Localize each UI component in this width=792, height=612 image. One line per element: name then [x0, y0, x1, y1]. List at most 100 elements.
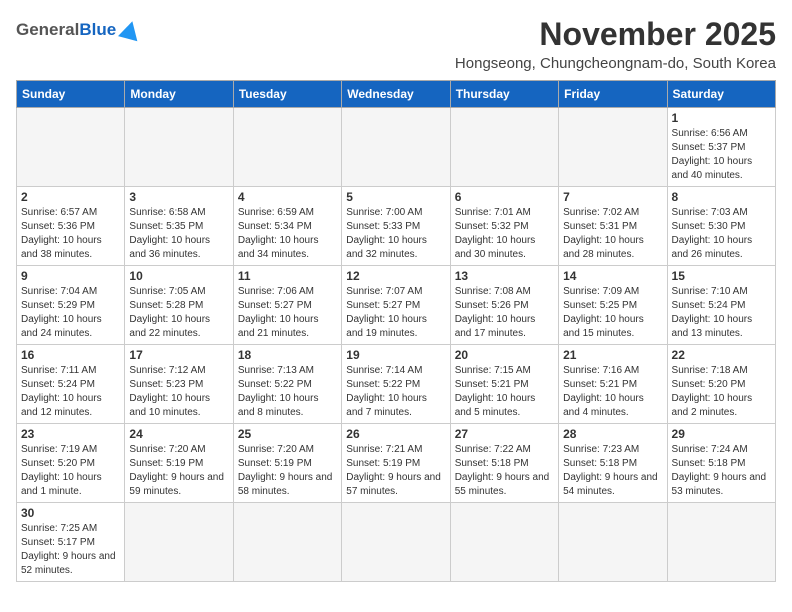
logo-general-text: General: [16, 20, 79, 40]
calendar-week-row: 9 Sunrise: 7:04 AM Sunset: 5:29 PM Daylig…: [17, 266, 776, 345]
day-number: 25: [238, 427, 337, 441]
day-info: Sunrise: 7:15 AM Sunset: 5:21 PM Dayligh…: [455, 364, 554, 420]
calendar-cell: [450, 503, 558, 582]
calendar-week-row: 1 Sunrise: 6:56 AM Sunset: 5:37 PM Daylig…: [17, 108, 776, 187]
calendar-cell: [667, 503, 775, 582]
day-number: 19: [346, 348, 445, 362]
calendar-cell: [342, 503, 450, 582]
calendar-cell: 16Sunrise: 7:11 AM Sunset: 5:24 PM Dayli…: [17, 345, 125, 424]
calendar-cell: 3 Sunrise: 6:58 AM Sunset: 5:35 PM Daylig…: [125, 187, 233, 266]
calendar-header-saturday: Saturday: [667, 81, 775, 108]
day-info: Sunrise: 7:13 AM Sunset: 5:22 PM Dayligh…: [238, 364, 337, 420]
calendar-cell: 25 Sunrise: 7:20 AM Sunset: 5:19 PM Dayli…: [233, 424, 341, 503]
day-info: Sunrise: 7:25 AM Sunset: 5:17 PM Dayligh…: [21, 522, 120, 578]
day-number: 28: [563, 427, 662, 441]
calendar-header-friday: Friday: [559, 81, 667, 108]
calendar-week-row: 23Sunrise: 7:19 AM Sunset: 5:20 PM Dayli…: [17, 424, 776, 503]
logo-triangle-icon: [118, 19, 142, 42]
calendar-cell: 6 Sunrise: 7:01 AM Sunset: 5:32 PM Daylig…: [450, 187, 558, 266]
day-number: 29: [672, 427, 771, 441]
calendar-cell: 8 Sunrise: 7:03 AM Sunset: 5:30 PM Daylig…: [667, 187, 775, 266]
day-info: Sunrise: 7:06 AM Sunset: 5:27 PM Dayligh…: [238, 285, 337, 341]
day-info: Sunrise: 7:00 AM Sunset: 5:33 PM Dayligh…: [346, 206, 445, 262]
calendar-cell: [233, 108, 341, 187]
day-info: Sunrise: 7:08 AM Sunset: 5:26 PM Dayligh…: [455, 285, 554, 341]
day-number: 9: [21, 269, 120, 283]
calendar-cell: 12Sunrise: 7:07 AM Sunset: 5:27 PM Dayli…: [342, 266, 450, 345]
calendar-cell: 11 Sunrise: 7:06 AM Sunset: 5:27 PM Dayli…: [233, 266, 341, 345]
day-info: Sunrise: 7:03 AM Sunset: 5:30 PM Dayligh…: [672, 206, 771, 262]
day-number: 13: [455, 269, 554, 283]
calendar-cell: 27 Sunrise: 7:22 AM Sunset: 5:18 PM Dayli…: [450, 424, 558, 503]
day-info: Sunrise: 7:20 AM Sunset: 5:19 PM Dayligh…: [238, 443, 337, 499]
calendar-header-row: SundayMondayTuesdayWednesdayThursdayFrid…: [17, 81, 776, 108]
day-info: Sunrise: 7:02 AM Sunset: 5:31 PM Dayligh…: [563, 206, 662, 262]
day-number: 10: [129, 269, 228, 283]
calendar-cell: 21Sunrise: 7:16 AM Sunset: 5:21 PM Dayli…: [559, 345, 667, 424]
day-number: 30: [21, 506, 120, 520]
day-number: 12: [346, 269, 445, 283]
calendar-cell: 2 Sunrise: 6:57 AM Sunset: 5:36 PM Daylig…: [17, 187, 125, 266]
day-number: 8: [672, 190, 771, 204]
calendar-cell: 14 Sunrise: 7:09 AM Sunset: 5:25 PM Dayli…: [559, 266, 667, 345]
calendar-cell: 1 Sunrise: 6:56 AM Sunset: 5:37 PM Daylig…: [667, 108, 775, 187]
calendar-cell: 19Sunrise: 7:14 AM Sunset: 5:22 PM Dayli…: [342, 345, 450, 424]
day-info: Sunrise: 7:20 AM Sunset: 5:19 PM Dayligh…: [129, 443, 228, 499]
calendar-cell: [17, 108, 125, 187]
calendar-week-row: 2 Sunrise: 6:57 AM Sunset: 5:36 PM Daylig…: [17, 187, 776, 266]
calendar-cell: 9 Sunrise: 7:04 AM Sunset: 5:29 PM Daylig…: [17, 266, 125, 345]
calendar-header-monday: Monday: [125, 81, 233, 108]
calendar-cell: [342, 108, 450, 187]
day-info: Sunrise: 7:22 AM Sunset: 5:18 PM Dayligh…: [455, 443, 554, 499]
day-info: Sunrise: 7:04 AM Sunset: 5:29 PM Dayligh…: [21, 285, 120, 341]
calendar-cell: [233, 503, 341, 582]
calendar-cell: 24Sunrise: 7:20 AM Sunset: 5:19 PM Dayli…: [125, 424, 233, 503]
calendar-cell: 17Sunrise: 7:12 AM Sunset: 5:23 PM Dayli…: [125, 345, 233, 424]
day-info: Sunrise: 6:56 AM Sunset: 5:37 PM Dayligh…: [672, 127, 771, 183]
day-info: Sunrise: 6:58 AM Sunset: 5:35 PM Dayligh…: [129, 206, 228, 262]
day-info: Sunrise: 7:09 AM Sunset: 5:25 PM Dayligh…: [563, 285, 662, 341]
calendar-cell: 20Sunrise: 7:15 AM Sunset: 5:21 PM Dayli…: [450, 345, 558, 424]
day-number: 18: [238, 348, 337, 362]
calendar-cell: 13 Sunrise: 7:08 AM Sunset: 5:26 PM Dayli…: [450, 266, 558, 345]
calendar-header-sunday: Sunday: [17, 81, 125, 108]
calendar-cell: 22Sunrise: 7:18 AM Sunset: 5:20 PM Dayli…: [667, 345, 775, 424]
calendar-cell: 30 Sunrise: 7:25 AM Sunset: 5:17 PM Dayli…: [17, 503, 125, 582]
title-section: November 2025 Hongseong, Chungcheongnam-…: [455, 16, 776, 72]
calendar-week-row: 30 Sunrise: 7:25 AM Sunset: 5:17 PM Dayli…: [17, 503, 776, 582]
day-info: Sunrise: 7:05 AM Sunset: 5:28 PM Dayligh…: [129, 285, 228, 341]
day-number: 27: [455, 427, 554, 441]
header: General Blue November 2025 Hongseong, Ch…: [16, 16, 776, 72]
day-number: 26: [346, 427, 445, 441]
calendar-header-wednesday: Wednesday: [342, 81, 450, 108]
day-number: 14: [563, 269, 662, 283]
day-info: Sunrise: 7:01 AM Sunset: 5:32 PM Dayligh…: [455, 206, 554, 262]
calendar-cell: 10 Sunrise: 7:05 AM Sunset: 5:28 PM Dayli…: [125, 266, 233, 345]
day-info: Sunrise: 7:12 AM Sunset: 5:23 PM Dayligh…: [129, 364, 228, 420]
day-number: 11: [238, 269, 337, 283]
calendar-cell: 5 Sunrise: 7:00 AM Sunset: 5:33 PM Daylig…: [342, 187, 450, 266]
day-number: 22: [672, 348, 771, 362]
day-number: 15: [672, 269, 771, 283]
calendar-cell: 23Sunrise: 7:19 AM Sunset: 5:20 PM Dayli…: [17, 424, 125, 503]
day-info: Sunrise: 7:24 AM Sunset: 5:18 PM Dayligh…: [672, 443, 771, 499]
calendar-cell: [450, 108, 558, 187]
calendar-cell: 26Sunrise: 7:21 AM Sunset: 5:19 PM Dayli…: [342, 424, 450, 503]
day-number: 6: [455, 190, 554, 204]
day-info: Sunrise: 7:10 AM Sunset: 5:24 PM Dayligh…: [672, 285, 771, 341]
day-number: 3: [129, 190, 228, 204]
month-title: November 2025: [455, 16, 776, 53]
day-number: 7: [563, 190, 662, 204]
logo: General Blue: [16, 20, 140, 40]
calendar-week-row: 16Sunrise: 7:11 AM Sunset: 5:24 PM Dayli…: [17, 345, 776, 424]
calendar-cell: 4Sunrise: 6:59 AM Sunset: 5:34 PM Daylig…: [233, 187, 341, 266]
calendar-cell: 29 Sunrise: 7:24 AM Sunset: 5:18 PM Dayli…: [667, 424, 775, 503]
day-number: 1: [672, 111, 771, 125]
day-info: Sunrise: 7:11 AM Sunset: 5:24 PM Dayligh…: [21, 364, 120, 420]
day-info: Sunrise: 6:57 AM Sunset: 5:36 PM Dayligh…: [21, 206, 120, 262]
calendar-cell: 18 Sunrise: 7:13 AM Sunset: 5:22 PM Dayli…: [233, 345, 341, 424]
logo-blue-text: Blue: [79, 20, 116, 40]
calendar-header-thursday: Thursday: [450, 81, 558, 108]
day-number: 5: [346, 190, 445, 204]
day-number: 2: [21, 190, 120, 204]
